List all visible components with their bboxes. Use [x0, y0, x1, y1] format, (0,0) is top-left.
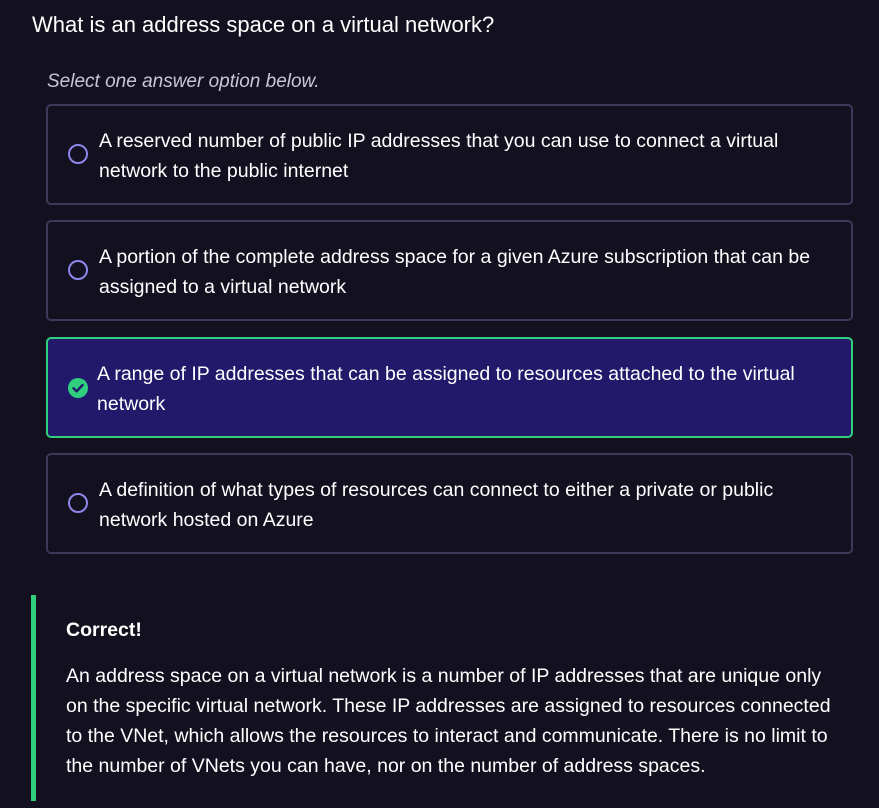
- feedback-body: An address space on a virtual network is…: [66, 665, 831, 777]
- answer-option-text: A reserved number of public IP addresses…: [99, 130, 779, 182]
- quiz-page: What is an address space on a virtual ne…: [0, 0, 879, 808]
- answer-option-text: A range of IP addresses that can be assi…: [97, 363, 795, 415]
- check-circle-icon[interactable]: [68, 378, 88, 398]
- answer-option-text: A portion of the complete address space …: [99, 246, 811, 298]
- radio-circle-icon[interactable]: [68, 260, 88, 280]
- answer-option-1[interactable]: A reserved number of public IP addresses…: [46, 104, 853, 205]
- answer-option-2[interactable]: A portion of the complete address space …: [46, 220, 853, 321]
- radio-circle-icon[interactable]: [68, 493, 88, 513]
- feedback-panel: Correct! An address space on a virtual n…: [31, 595, 856, 801]
- answer-option-text: A definition of what types of resources …: [99, 479, 774, 531]
- feedback-title: Correct!: [66, 619, 142, 641]
- radio-circle-icon[interactable]: [68, 144, 88, 164]
- instruction-text: Select one answer option below.: [47, 71, 320, 92]
- answer-option-3[interactable]: A range of IP addresses that can be assi…: [46, 337, 853, 438]
- answer-option-4[interactable]: A definition of what types of resources …: [46, 453, 853, 554]
- question-text: What is an address space on a virtual ne…: [32, 12, 495, 37]
